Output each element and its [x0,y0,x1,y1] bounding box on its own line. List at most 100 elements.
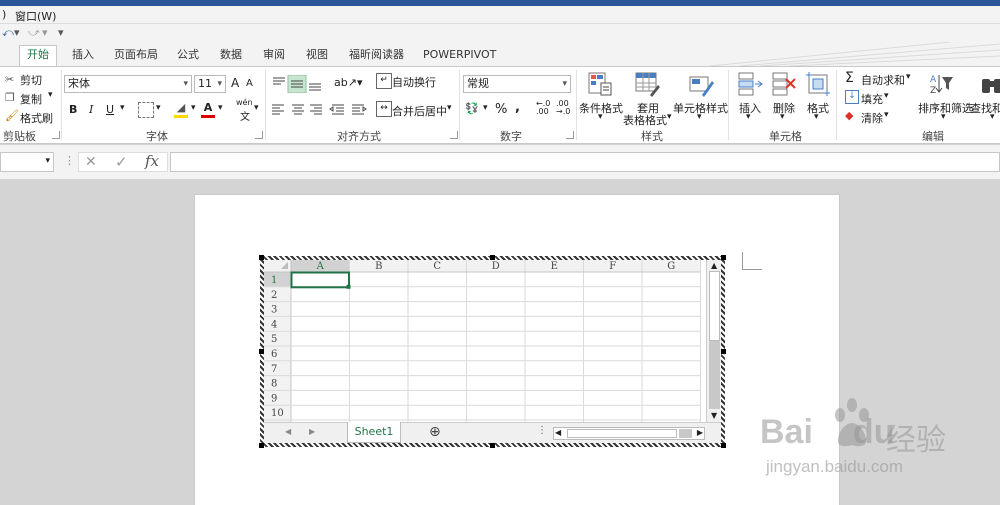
fill-handle[interactable] [346,284,351,289]
column-header-E[interactable]: E [551,261,558,272]
percent-button[interactable]: % [495,102,507,117]
font-grow-button[interactable]: A [231,76,239,90]
tab-home[interactable]: 开始 [19,45,57,68]
resize-handle-n[interactable] [490,255,495,260]
alignment-dialog-launcher[interactable] [450,131,458,139]
conditional-format-dropdown-icon[interactable]: ▾ [598,112,603,122]
embedded-excel-object[interactable]: A B C D E F G 1 2 3 4 5 6 7 8 9 10 ▲ ▼ ◀ ▶ Sheet1 ⊕ ⋮ ◀ … [260,256,725,447]
column-header-G[interactable]: G [667,261,675,272]
copy-dropdown-icon[interactable]: ▾ [48,90,53,100]
cut-button[interactable]: 剪切 [20,72,42,88]
merge-center-button[interactable]: 合并后居中 [392,103,447,119]
number-format-select[interactable]: 常规 ▾ [463,75,571,93]
clipboard-dialog-launcher[interactable] [52,131,60,139]
active-cell-a1[interactable] [290,271,350,289]
next-sheet-icon[interactable]: ▶ [309,427,315,436]
font-name-select[interactable]: 宋体 ▾ [64,75,192,93]
border-icon[interactable] [138,102,154,118]
cell-styles-dropdown-icon[interactable]: ▾ [697,112,702,122]
phonetic-dropdown-icon[interactable]: ▾ [254,103,259,113]
scroll-thumb[interactable] [709,271,720,341]
formula-input[interactable] [170,152,1000,172]
row-header-3[interactable]: 3 [271,305,277,316]
menu-item-window[interactable]: 窗口(W) [15,8,56,24]
vertical-scrollbar[interactable]: ▲ ▼ [706,259,722,422]
bold-button[interactable]: B [69,103,77,116]
row-header-10[interactable]: 10 [271,408,284,419]
row-header-6[interactable]: 6 [271,349,277,360]
format-painter-button[interactable]: 格式刷 [20,110,53,126]
format-dropdown-icon[interactable]: ▾ [814,112,819,122]
scroll-up-icon[interactable]: ▲ [711,261,717,270]
currency-dropdown-icon[interactable]: ▾ [483,103,488,113]
column-header-A[interactable]: A [316,261,325,272]
find-dropdown-icon[interactable]: ▾ [990,112,995,122]
sheet-tab-sheet1[interactable]: Sheet1 [347,422,401,443]
enter-icon[interactable]: ✓ [115,153,128,171]
column-header-F[interactable]: F [609,261,616,272]
fill-color-icon[interactable]: ◢ [174,100,188,118]
redo-icon[interactable]: ⤻ [28,26,40,40]
underline-button[interactable]: U [106,103,114,116]
fill-dropdown-icon[interactable]: ▾ [884,91,889,101]
tab-review[interactable]: 审阅 [256,46,292,66]
name-box[interactable]: ▾ [0,152,54,172]
fill-button[interactable]: 填充 [861,91,883,107]
row-header-1[interactable]: 1 [271,275,277,286]
menu-item-partial[interactable]: ) [2,8,6,21]
row-header-4[interactable]: 4 [271,319,277,330]
prev-sheet-icon[interactable]: ◀ [285,427,291,436]
clear-button[interactable]: 清除 [861,110,883,126]
row-header-2[interactable]: 2 [271,290,277,301]
comma-button[interactable]: , [515,100,520,115]
vertical-align-icons[interactable] [270,75,330,93]
tab-page-layout[interactable]: 页面布局 [107,46,165,66]
row-header-5[interactable]: 5 [271,334,277,345]
resize-handle-se[interactable] [721,443,726,448]
font-color-icon[interactable]: A [201,100,215,118]
autosum-dropdown-icon[interactable]: ▾ [906,72,911,82]
fill-color-dropdown-icon[interactable]: ▾ [191,103,196,113]
undo-dropdown-icon[interactable]: ▾ [14,26,20,39]
tab-view[interactable]: 视图 [299,46,335,66]
hscroll-thumb[interactable] [567,429,677,438]
undo-icon[interactable]: ⤺ [2,26,14,40]
column-header-B[interactable]: B [375,261,382,272]
font-size-select[interactable]: 11 ▾ [194,75,226,93]
sort-dropdown-icon[interactable]: ▾ [941,112,946,122]
resize-handle-e[interactable] [721,349,726,354]
wrap-text-button[interactable]: 自动换行 [392,74,436,90]
underline-dropdown-icon[interactable]: ▾ [120,103,125,113]
customize-qat-icon[interactable]: ▾ [58,26,64,39]
copy-button[interactable]: 复制 [20,91,42,107]
row-header-9[interactable]: 9 [271,393,277,404]
tab-formulas[interactable]: 公式 [170,46,206,66]
horizontal-scrollbar[interactable]: ◀ ▶ [553,427,705,440]
merge-dropdown-icon[interactable]: ▾ [447,103,452,113]
row-header-7[interactable]: 7 [271,364,277,375]
resize-handle-w[interactable] [259,349,264,354]
insert-dropdown-icon[interactable]: ▾ [746,112,751,122]
resize-handle-ne[interactable] [721,255,726,260]
resize-handle-nw[interactable] [259,255,264,260]
border-dropdown-icon[interactable]: ▾ [156,103,161,113]
column-header-C[interactable]: C [433,261,441,272]
column-header-D[interactable]: D [492,261,500,272]
scroll-down-icon[interactable]: ▼ [711,411,717,420]
resize-handle-s[interactable] [490,443,495,448]
tab-split-grip[interactable]: ⋮ [537,425,547,436]
add-sheet-icon[interactable]: ⊕ [429,424,441,440]
number-dialog-launcher[interactable] [566,131,574,139]
tab-insert[interactable]: 插入 [65,46,101,66]
insert-function-icon[interactable]: fx [145,152,159,170]
tab-powerpivot[interactable]: POWERPIVOT [416,46,503,66]
font-dialog-launcher[interactable] [255,131,263,139]
redo-dropdown-icon[interactable]: ▾ [42,26,48,39]
increase-decimal-button[interactable]: ←.0.00 [536,100,550,116]
font-shrink-button[interactable]: A [246,78,253,89]
find-select-button[interactable]: 查找和 [970,100,1000,116]
phonetic-guide-button[interactable]: 文 [240,108,250,123]
font-color-dropdown-icon[interactable]: ▾ [218,103,223,113]
currency-icon[interactable]: 💱 [465,101,479,117]
resize-handle-sw[interactable] [259,443,264,448]
